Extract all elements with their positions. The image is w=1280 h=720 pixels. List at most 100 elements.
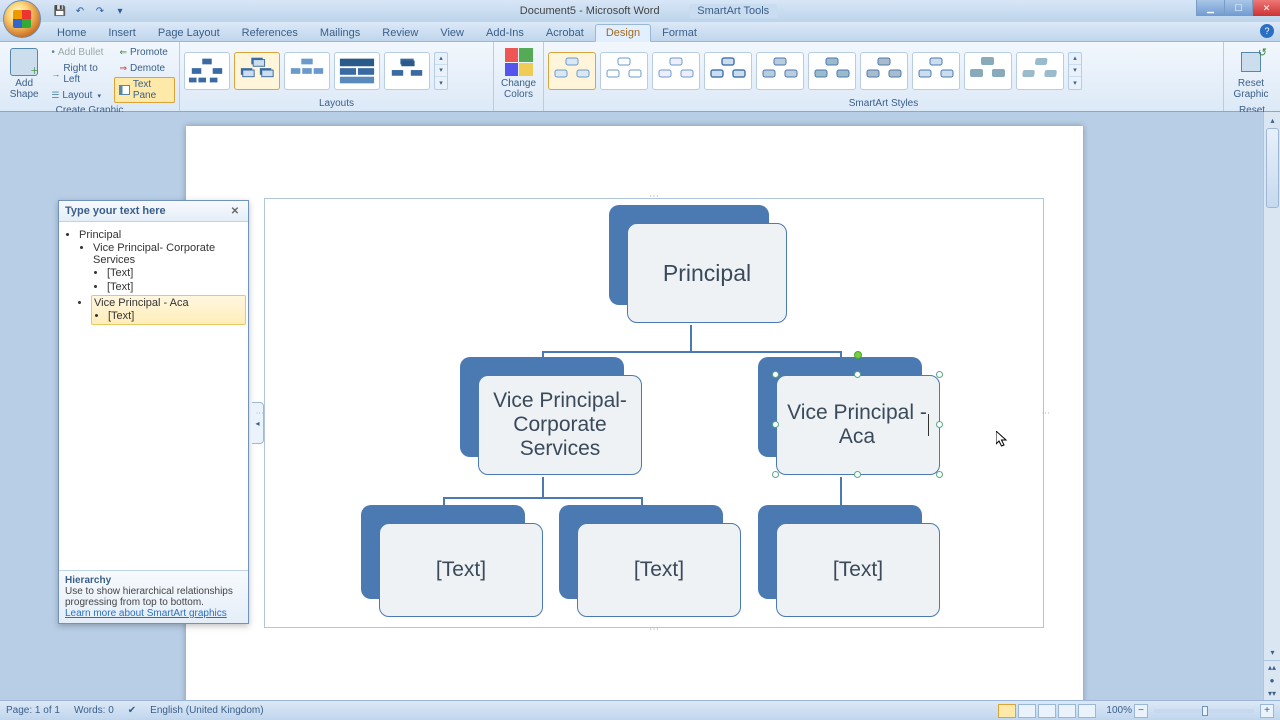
maximize-button[interactable]: ☐ [1224,0,1252,16]
tab-design[interactable]: Design [595,24,651,42]
demote-label: Demote [130,63,165,74]
resize-handle[interactable] [772,421,779,428]
layout-option-5[interactable] [384,52,430,90]
tab-insert[interactable]: Insert [97,24,147,41]
office-button[interactable] [3,0,41,38]
qat-save-icon[interactable]: 💾 [52,3,68,19]
group-create-graphic: ＋ Add Shape Add Bullet Right to Left Lay… [0,42,180,111]
zoom-in-button[interactable]: + [1260,704,1274,718]
resize-handle[interactable] [772,371,779,378]
layout-option-2[interactable] [234,52,280,90]
browse-object-icon[interactable]: ● [1264,674,1280,687]
node-text: Principal [663,260,751,287]
help-icon[interactable]: ? [1260,24,1274,38]
zoom-out-button[interactable]: − [1134,704,1148,718]
prev-page-icon[interactable]: ▴▴ [1264,661,1280,674]
layout-option-4[interactable] [334,52,380,90]
style-option-4[interactable] [704,52,752,90]
zoom-level[interactable]: 100% [1106,705,1132,716]
resize-handle[interactable] [936,471,943,478]
group-change-colors: Change Colors [494,42,544,111]
promote-button[interactable]: Promote [114,45,175,60]
tp-item-vp-aca[interactable]: Vice Principal - Aca [Text] [91,295,246,325]
add-bullet-button[interactable]: Add Bullet [46,45,112,60]
demote-button[interactable]: Demote [114,61,175,76]
resize-handle[interactable] [936,371,943,378]
tab-references[interactable]: References [231,24,309,41]
tp-item-placeholder[interactable]: [Text] [107,266,244,280]
scroll-down-icon[interactable]: ▾ [1264,644,1280,660]
style-option-5[interactable] [756,52,804,90]
view-print-layout[interactable] [998,704,1016,718]
layouts-gallery-scroll[interactable]: ▴▾▾ [434,52,448,90]
style-option-10[interactable] [1016,52,1064,90]
canvas-handle-left[interactable]: ⋮ [258,409,264,417]
text-pane-toggle[interactable]: Text Pane [114,77,175,103]
style-option-2[interactable] [600,52,648,90]
layouts-gallery[interactable]: ▴▾▾ [184,52,448,90]
tab-mailings[interactable]: Mailings [309,24,371,41]
scroll-up-icon[interactable]: ▴ [1264,112,1280,128]
status-spellcheck-icon[interactable]: ✔ [128,705,136,716]
tp-footer-link[interactable]: Learn more about SmartArt graphics [65,608,227,619]
close-button[interactable]: ✕ [1252,0,1280,16]
tp-item-placeholder[interactable]: [Text] [108,309,243,323]
tab-page-layout[interactable]: Page Layout [147,24,231,41]
window-title: Document5 - Microsoft Word [520,5,660,17]
tab-home[interactable]: Home [46,24,97,41]
resize-handle[interactable] [854,471,861,478]
style-option-1[interactable] [548,52,596,90]
tp-item-vp-corp[interactable]: Vice Principal- Corporate Services [Text… [93,241,244,295]
tab-view[interactable]: View [429,24,475,41]
text-pane-body[interactable]: Principal Vice Principal- Corporate Serv… [59,222,248,570]
canvas-handle-right[interactable]: ⋮ [1044,409,1050,417]
qat-dropdown-icon[interactable]: ▾ [112,3,128,19]
style-option-9[interactable] [964,52,1012,90]
scroll-thumb[interactable] [1266,128,1279,208]
status-language[interactable]: English (United Kingdom) [150,705,263,716]
tab-review[interactable]: Review [371,24,429,41]
layout-label: Layout [62,90,92,101]
smartart-canvas[interactable]: ⋮ ⋮ Principal Vice Principal- Corporate … [264,198,1044,628]
window-controls: ▁ ☐ ✕ [1196,0,1280,16]
style-option-6[interactable] [808,52,856,90]
tab-addins[interactable]: Add-Ins [475,24,535,41]
vertical-scrollbar[interactable]: ▴ ▾ ▴▴ ● ▾▾ [1263,112,1280,700]
tab-format[interactable]: Format [651,24,708,41]
add-shape-button[interactable]: ＋ Add Shape [4,44,44,104]
layout-dropdown-button[interactable]: Layout▾ [46,88,112,103]
qat-undo-icon[interactable]: ↶ [72,3,88,19]
view-outline[interactable] [1058,704,1076,718]
tab-acrobat[interactable]: Acrobat [535,24,595,41]
reset-graphic-button[interactable]: ↺ Reset Graphic [1228,44,1274,104]
style-option-3[interactable] [652,52,700,90]
zoom-thumb[interactable] [1202,706,1208,716]
status-page[interactable]: Page: 1 of 1 [6,705,60,716]
node-text: Vice Principal- Corporate Services [489,389,631,461]
qat-redo-icon[interactable]: ↷ [92,3,108,19]
resize-handle[interactable] [936,421,943,428]
right-to-left-button[interactable]: Right to Left [46,61,112,87]
rotate-handle[interactable] [854,351,862,359]
promote-icon [119,47,127,58]
layout-option-3[interactable] [284,52,330,90]
styles-gallery-scroll[interactable]: ▴▾▾ [1068,52,1082,90]
status-words[interactable]: Words: 0 [74,705,114,716]
view-draft[interactable] [1078,704,1096,718]
text-pane-close-icon[interactable]: ✕ [228,204,242,218]
tp-item-principal[interactable]: Principal Vice Principal- Corporate Serv… [79,228,244,326]
tp-item-placeholder[interactable]: [Text] [107,280,244,294]
view-full-screen[interactable] [1018,704,1036,718]
resize-handle[interactable] [772,471,779,478]
style-option-7[interactable] [860,52,908,90]
view-web-layout[interactable] [1038,704,1056,718]
zoom-slider[interactable] [1154,709,1254,713]
layout-option-1[interactable] [184,52,230,90]
next-page-icon[interactable]: ▾▾ [1264,687,1280,700]
promote-label: Promote [130,47,168,58]
minimize-button[interactable]: ▁ [1196,0,1224,16]
style-option-8[interactable] [912,52,960,90]
resize-handle[interactable] [854,371,861,378]
styles-gallery[interactable]: ▴▾▾ [548,52,1082,90]
change-colors-button[interactable]: Change Colors [498,44,539,104]
